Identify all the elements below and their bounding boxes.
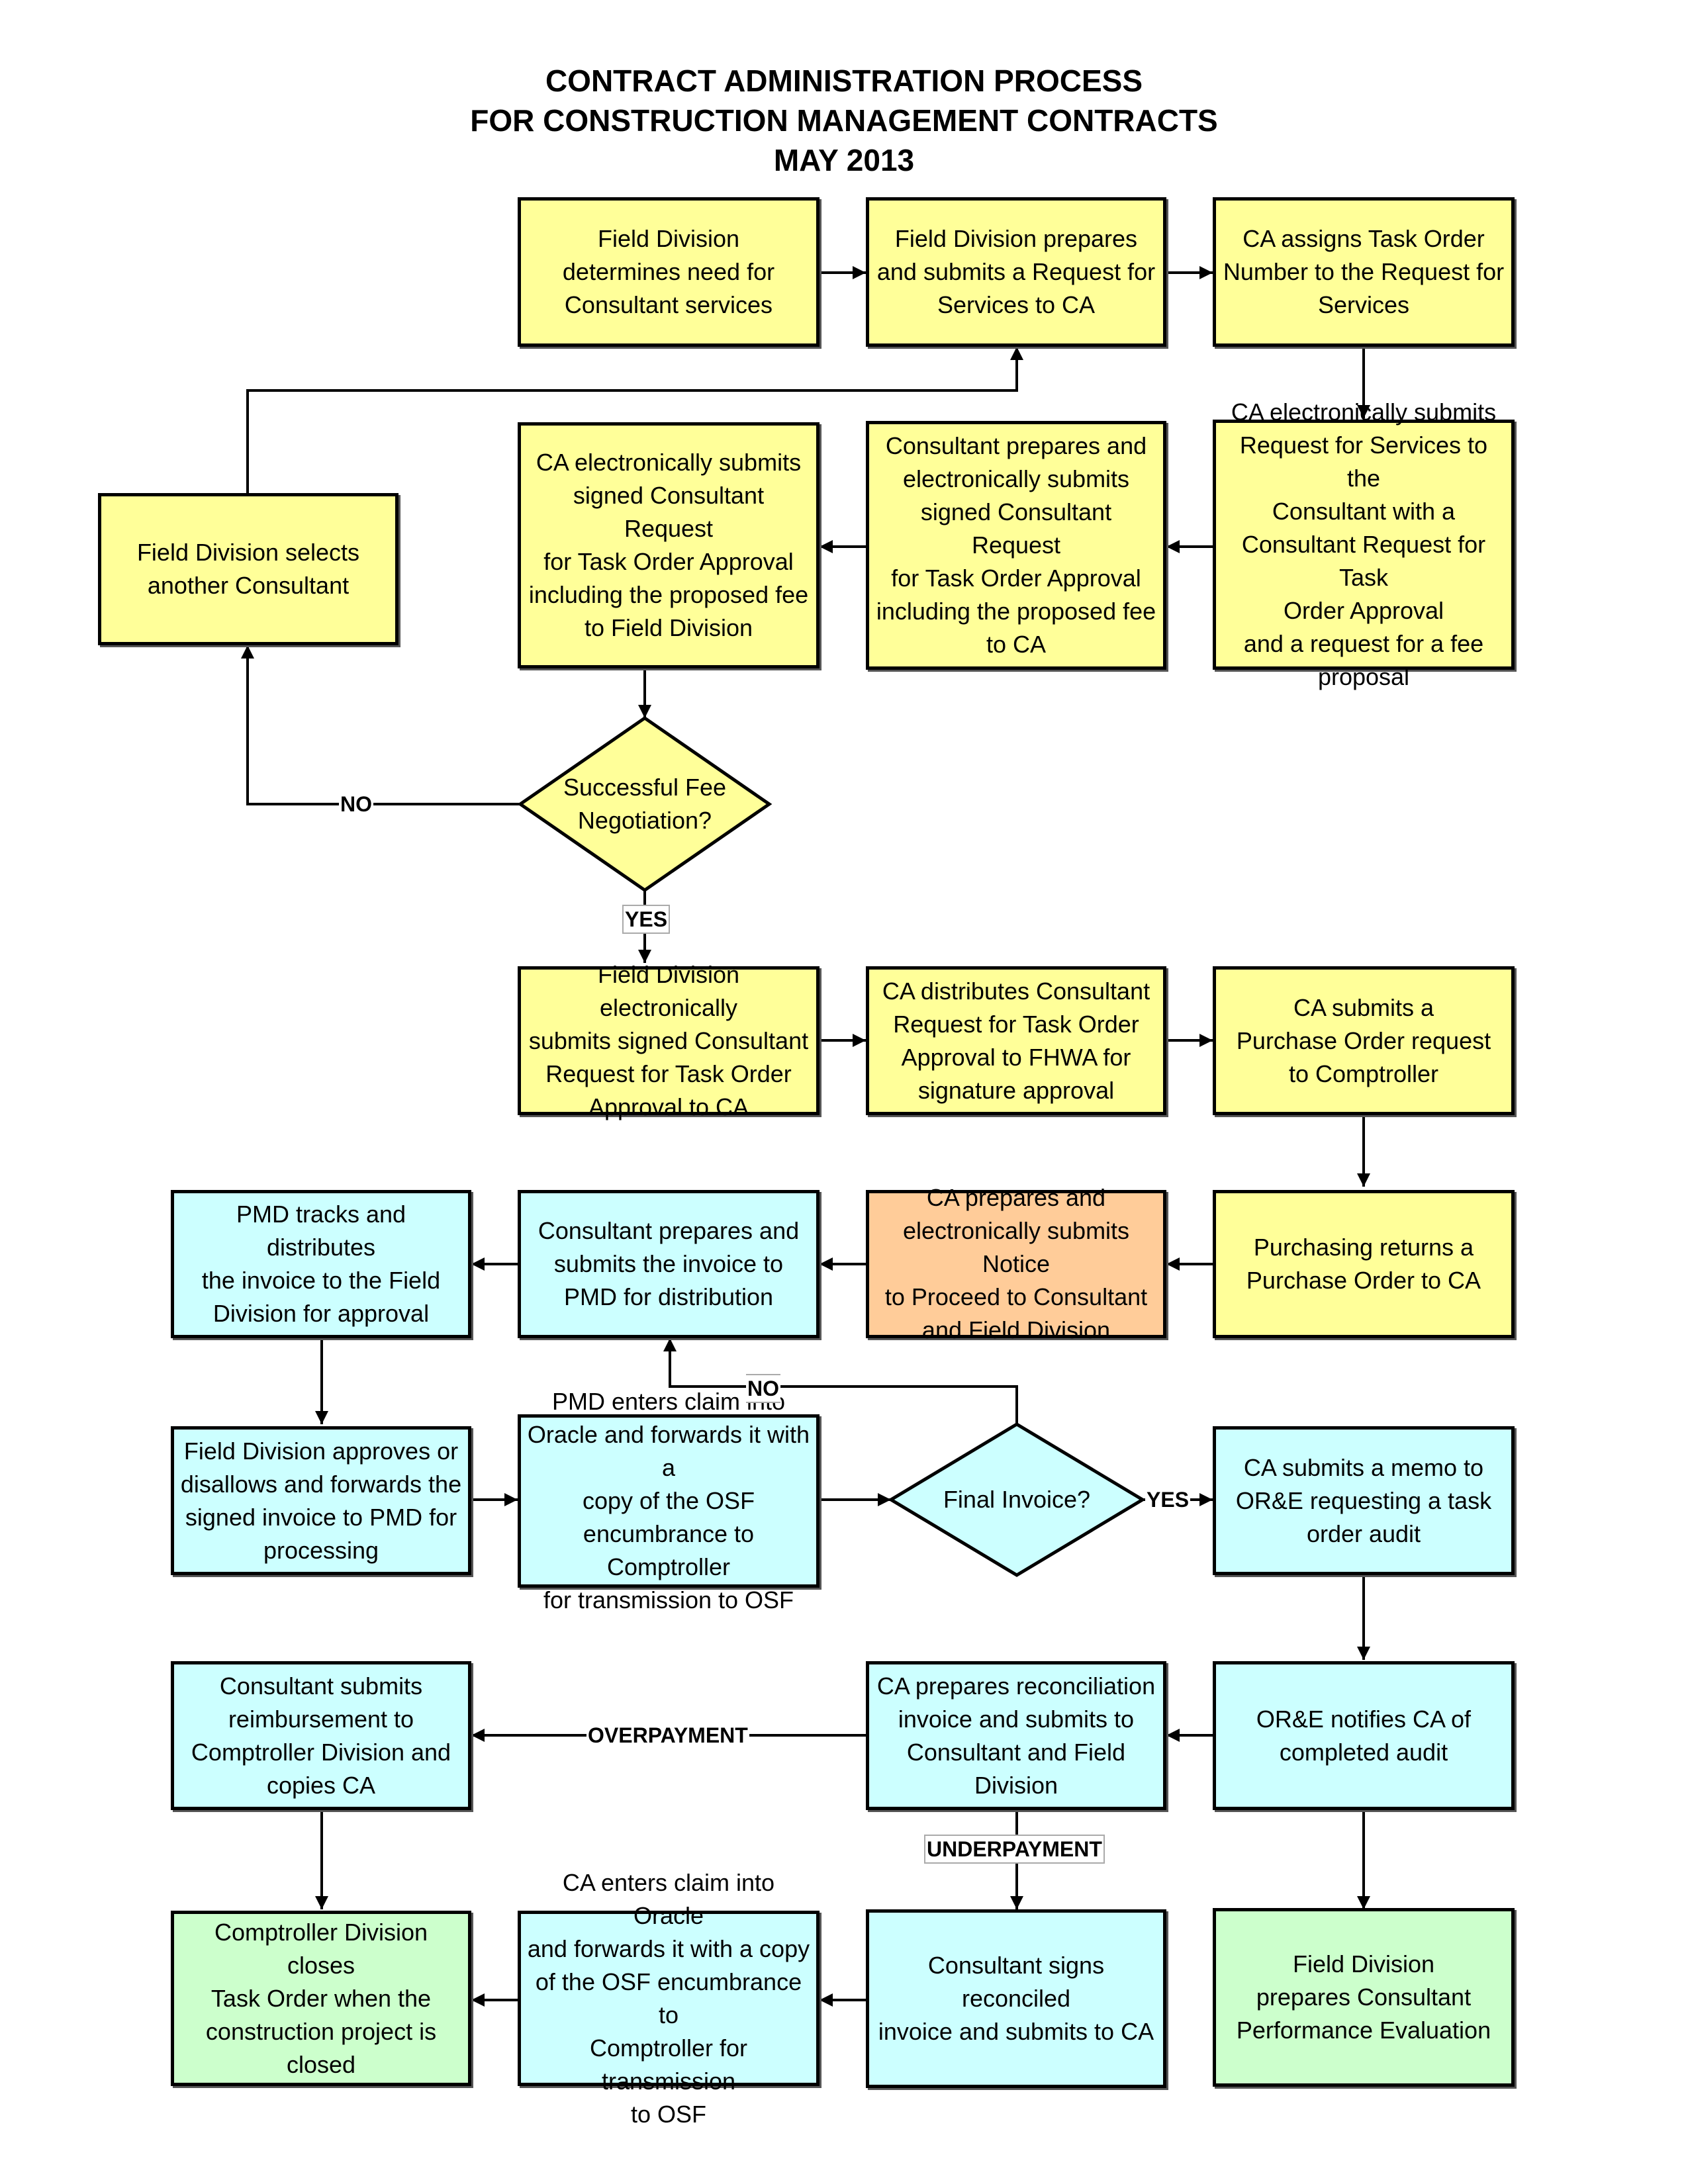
step-ca-distributes-fhwa: CA distributes Consultant Request for Ta… [866,966,1166,1115]
step-comptroller-closes: Comptroller Division closes Task Order w… [171,1911,471,2086]
arrow-no-to-select-another [241,645,520,805]
step-purchasing-returns: Purchasing returns a Purchase Order to C… [1213,1190,1515,1338]
step-determine-need: Field Division determines need for Consu… [518,197,820,347]
step-memo-audit: CA submits a memo to OR&E requesting a t… [1213,1426,1515,1575]
step-reconciliation: CA prepares reconciliation invoice and s… [866,1661,1166,1810]
edge-label-invoice-no: NO [746,1374,780,1403]
step-ca-po-request: CA submits a Purchase Order request to C… [1213,966,1515,1115]
step-assign-number: CA assigns Task Order Number to the Requ… [1213,197,1515,347]
step-fd-approves: Field Division approves or disallows and… [171,1426,471,1575]
edge-label-overpayment: OVERPAYMENT [586,1722,749,1749]
step-consultant-signs: Consultant signs reconciled invoice and … [866,1909,1166,2088]
decision-final-invoice: Final Invoice? [943,1486,1091,1513]
step-pmd-tracks: PMD tracks and distributes the invoice t… [171,1190,471,1338]
step-prepare-request: Field Division prepares and submits a Re… [866,197,1166,347]
step-ca-submits-rfs: CA electronically submits Request for Se… [1213,398,1515,690]
step-select-another: Field Division selects another Consultan… [98,493,399,645]
step-ca-submits-to-fd: CA electronically submits signed Consult… [518,422,820,668]
step-performance-eval: Field Division prepares Consultant Perfo… [1213,1908,1515,2087]
step-fd-submits-signed: Field Division electronically submits si… [518,961,820,1120]
step-ca-enters-claim: CA enters claim into Oracle and forwards… [518,1869,820,2128]
edge-label-fee-yes: YES [622,905,671,934]
step-consultant-prepares-fee: Consultant prepares and electronically s… [866,421,1166,670]
edge-label-invoice-yes: YES [1145,1486,1191,1513]
step-ore-notifies: OR&E notifies CA of completed audit [1213,1661,1515,1810]
step-consultant-invoice: Consultant prepares and submits the invo… [518,1190,820,1338]
step-notice-to-proceed: CA prepares and electronically submits N… [866,1184,1166,1343]
step-reimbursement: Consultant submits reimbursement to Comp… [171,1661,471,1810]
edge-label-underpayment: UNDERPAYMENT [924,1835,1105,1864]
decision-fee-negotiation: Successful Fee Negotiation? [563,774,727,834]
step-pmd-enters-claim: PMD enters claim into Oracle and forward… [518,1388,820,1614]
edge-label-fee-no: NO [339,791,373,817]
